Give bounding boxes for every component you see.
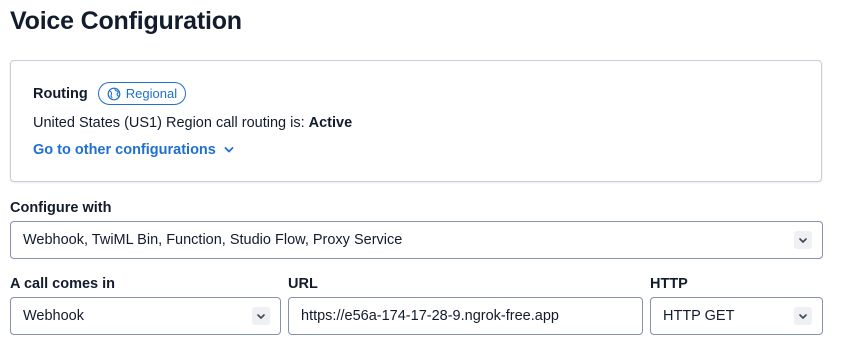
regional-badge-label: Regional: [125, 86, 178, 101]
configure-with-select[interactable]: Webhook, TwiML Bin, Function, Studio Flo…: [10, 221, 823, 259]
globe-icon: [107, 87, 121, 101]
regional-badge: Regional: [97, 82, 187, 105]
page-title: Voice Configuration: [10, 7, 242, 35]
routing-status-text: United States (US1) Region call routing …: [33, 115, 309, 131]
url-value: https://e56a-174-17-28-9.ngrok-free.app: [301, 308, 559, 324]
routing-label: Routing: [33, 85, 88, 102]
call-comes-in-select[interactable]: Webhook: [10, 297, 281, 335]
http-method-select[interactable]: HTTP GET: [650, 297, 823, 335]
voice-configuration-page: Voice Configuration Routing Regional Uni…: [0, 0, 845, 346]
chevron-down-icon: [794, 307, 812, 325]
url-label: URL: [288, 276, 318, 292]
call-comes-in-value: Webhook: [23, 308, 84, 324]
other-configurations-link[interactable]: Go to other configurations: [33, 142, 234, 158]
chevron-down-icon: [794, 231, 812, 249]
routing-status: United States (US1) Region call routing …: [33, 115, 352, 131]
configure-with-label: Configure with: [10, 200, 112, 216]
http-label: HTTP: [650, 276, 688, 292]
other-configurations-label: Go to other configurations: [33, 142, 216, 158]
http-method-value: HTTP GET: [663, 308, 735, 324]
chevron-down-icon: [224, 142, 234, 158]
routing-card: Routing Regional United States (US1) Reg…: [10, 60, 822, 182]
routing-status-value: Active: [308, 115, 353, 131]
call-comes-in-label: A call comes in: [10, 276, 116, 292]
url-input[interactable]: https://e56a-174-17-28-9.ngrok-free.app: [288, 297, 643, 335]
routing-row: Routing Regional: [33, 82, 187, 105]
chevron-down-icon: [252, 307, 270, 325]
configure-with-value: Webhook, TwiML Bin, Function, Studio Flo…: [23, 232, 403, 248]
